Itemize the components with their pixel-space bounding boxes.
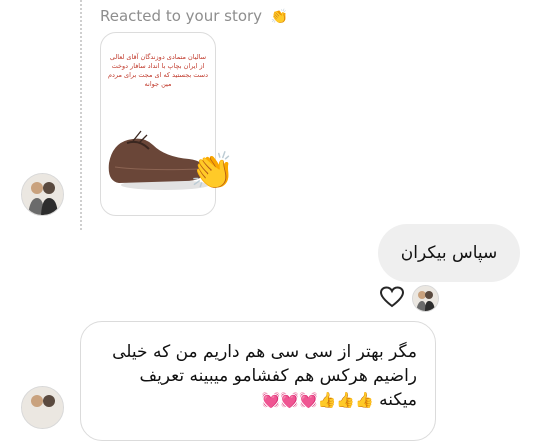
reacted-to-story-label: Reacted to your story 👏: [100, 7, 288, 25]
outgoing-message-text: سپاس بیکران: [400, 243, 498, 263]
avatar[interactable]: [21, 173, 64, 216]
clap-reaction-icon: 👏: [190, 151, 235, 192]
outgoing-message-bubble[interactable]: سپاس بیکران: [378, 224, 520, 282]
clap-icon: 👏: [270, 9, 289, 25]
heart-icon[interactable]: [379, 286, 405, 308]
story-caption: سالیان متمادی دوزندگان آقای لعالی از ایر…: [107, 53, 209, 88]
avatar-bottom-image: [22, 387, 63, 428]
message-emojis: 👍👍👍💓💓💓: [261, 391, 374, 409]
seen-avatar: [412, 285, 439, 312]
seen-avatar-image: [413, 286, 438, 311]
reacted-label-text: Reacted to your story: [100, 7, 263, 25]
incoming-message-bubble[interactable]: مگر بهتر از سی سی هم داریم من که خیلی را…: [80, 321, 436, 441]
avatar-bottom[interactable]: [21, 386, 64, 429]
story-thread-line: [80, 0, 82, 230]
avatar-image: [22, 174, 63, 215]
